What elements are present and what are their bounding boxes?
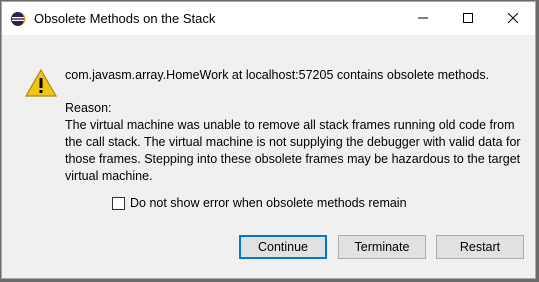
terminate-button[interactable]: Terminate <box>338 235 426 259</box>
dialog-content: com.javasm.array.HomeWork at localhost:5… <box>2 35 535 280</box>
do-not-show-checkbox-row[interactable]: Do not show error when obsolete methods … <box>112 195 407 211</box>
minimize-icon <box>417 10 428 28</box>
close-button[interactable] <box>490 2 535 35</box>
dialog-title: Obsolete Methods on the Stack <box>34 11 216 26</box>
warning-icon <box>24 68 58 98</box>
do-not-show-checkbox[interactable] <box>112 196 125 210</box>
minimize-button[interactable] <box>400 2 445 35</box>
eclipse-app-icon <box>10 11 26 27</box>
restart-button[interactable]: Restart <box>436 235 524 259</box>
do-not-show-label[interactable]: Do not show error when obsolete methods … <box>130 196 407 210</box>
reason-text: The virtual machine was unable to remove… <box>65 118 521 183</box>
message-headline: com.javasm.array.HomeWork at localhost:5… <box>65 68 490 82</box>
maximize-icon <box>462 10 473 28</box>
reason-label: Reason: <box>65 101 112 115</box>
title-bar[interactable]: Obsolete Methods on the Stack <box>2 2 535 35</box>
maximize-button[interactable] <box>445 2 490 35</box>
continue-button[interactable]: Continue <box>239 235 327 259</box>
close-icon <box>507 10 518 28</box>
dialog-window: Obsolete Methods on the Stack com.javasm… <box>1 1 536 279</box>
